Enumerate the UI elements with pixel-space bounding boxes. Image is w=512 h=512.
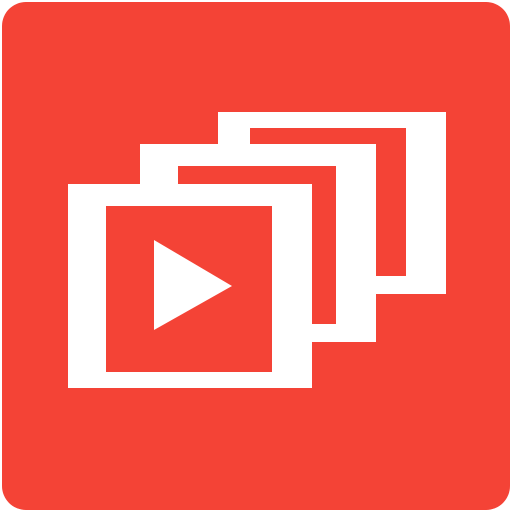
video-playlist-icon	[2, 2, 510, 510]
app-icon[interactable]	[0, 0, 512, 512]
